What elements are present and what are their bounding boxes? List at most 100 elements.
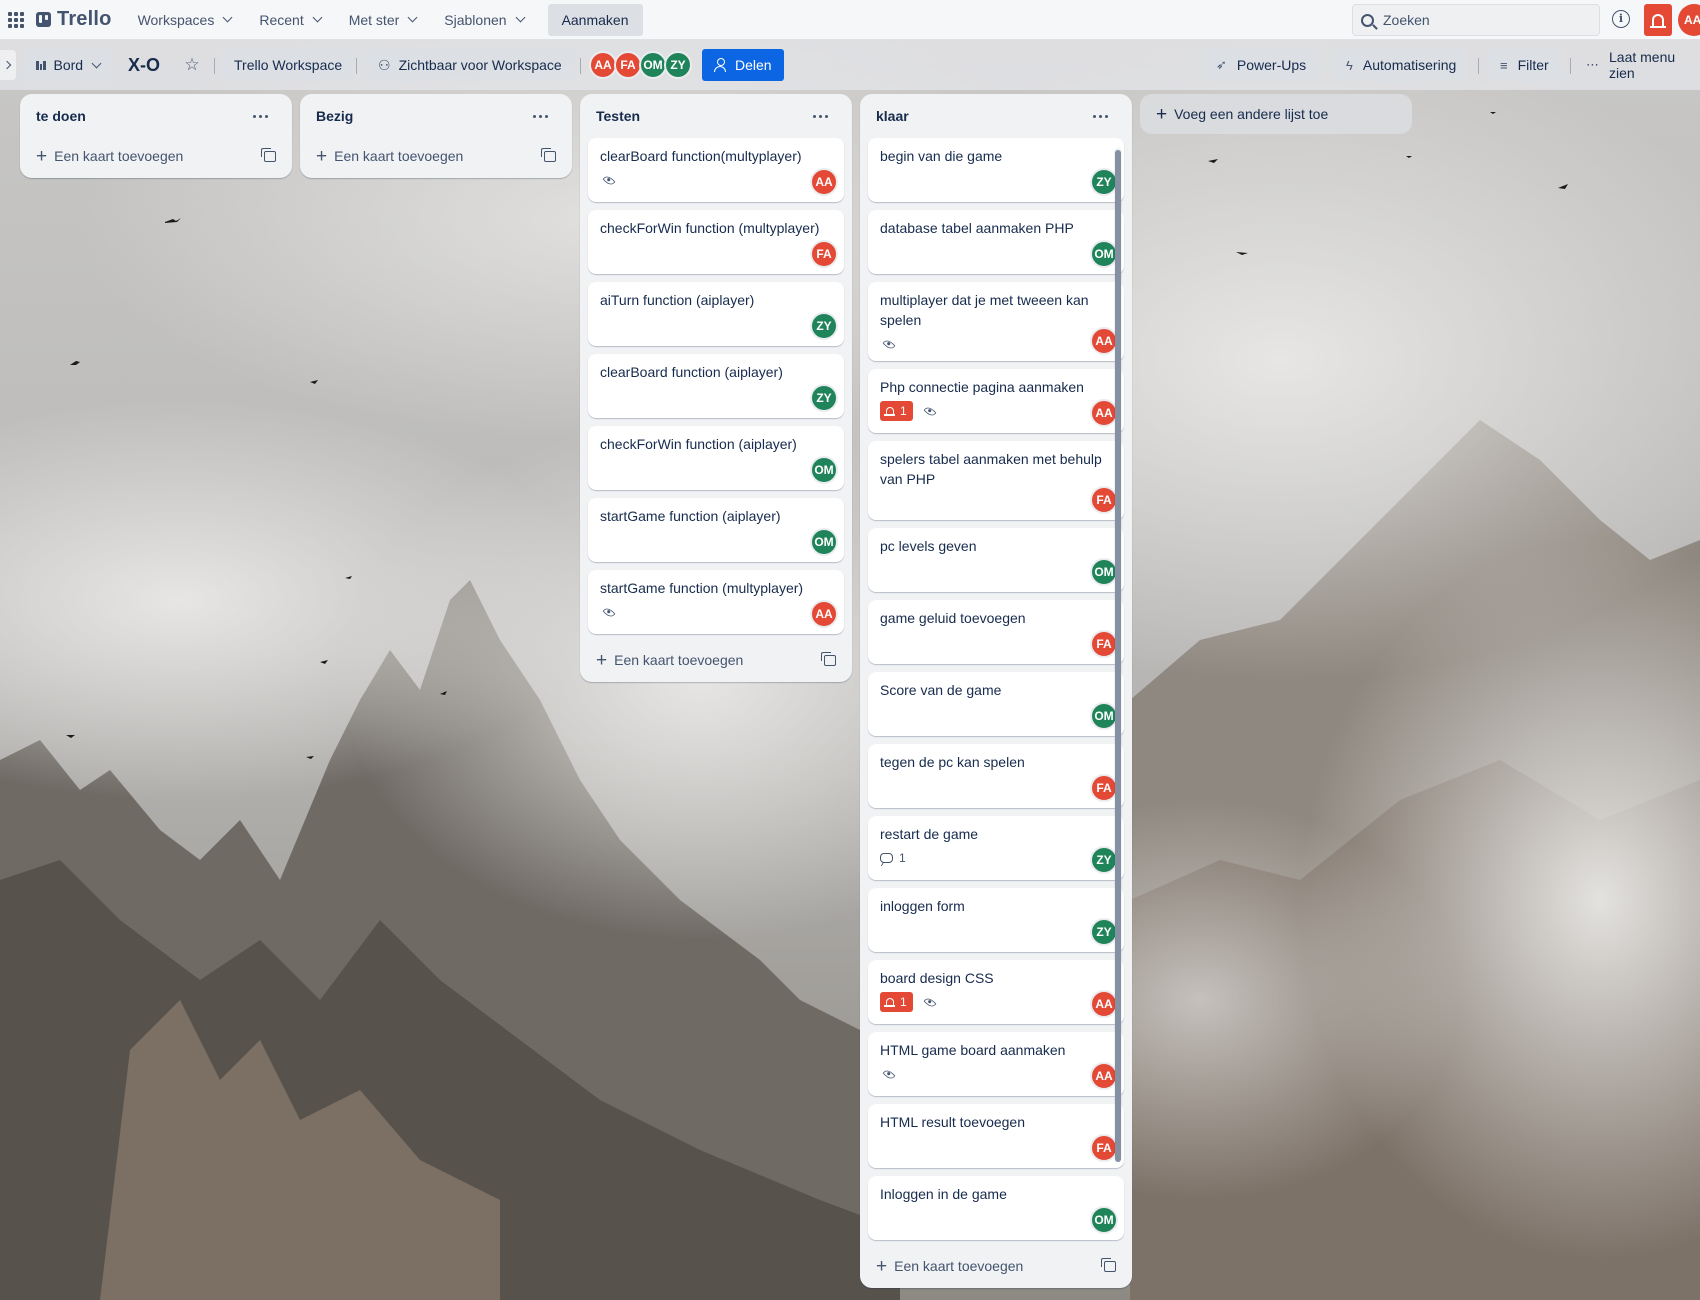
trello-logo[interactable]: Trello — [36, 8, 112, 31]
share-button[interactable]: Delen — [702, 49, 784, 81]
card[interactable]: clearBoard function(multyplayer) AA — [588, 138, 844, 202]
list-menu-icon[interactable] — [804, 100, 836, 132]
card[interactable]: multiplayer dat je met tweeen kan spelen… — [868, 282, 1124, 361]
nav-templates[interactable]: Sjablonen — [432, 4, 535, 36]
app-switcher-icon[interactable] — [4, 8, 28, 32]
card[interactable]: inloggen form ZY — [868, 888, 1124, 952]
card-title: Php connectie pagina aanmaken — [880, 379, 1084, 395]
template-icon[interactable] — [821, 651, 836, 666]
card[interactable]: restart de game 1 ZY — [868, 816, 1124, 880]
list-bezig: Bezig + Een kaart toevoegen — [300, 94, 572, 178]
list-menu-icon[interactable] — [524, 100, 556, 132]
star-icon[interactable]: ☆ — [176, 49, 208, 81]
visibility-button[interactable]: ⚇ Zichtbaar voor Workspace — [366, 49, 574, 81]
card-title: HTML game board aanmaken — [880, 1042, 1066, 1058]
search-input[interactable]: Zoeken — [1352, 4, 1600, 36]
card[interactable]: tegen de pc kan spelen FA — [868, 744, 1124, 808]
list-menu-icon[interactable] — [244, 100, 276, 132]
card[interactable]: Php connectie pagina aanmaken 1 AA — [868, 369, 1124, 433]
card-title: database tabel aanmaken PHP — [880, 220, 1074, 236]
card[interactable]: aiTurn function (aiplayer) ZY — [588, 282, 844, 346]
add-card-button[interactable]: + Een kaart toevoegen — [20, 138, 292, 174]
card[interactable]: startGame function (multyplayer) AA — [588, 570, 844, 634]
template-icon[interactable] — [1101, 1257, 1116, 1272]
template-icon[interactable] — [541, 147, 556, 162]
add-card-button[interactable]: + Een kaart toevoegen — [300, 138, 572, 174]
list-scrollbar[interactable] — [1115, 150, 1121, 1162]
notifications-button[interactable] — [1644, 4, 1672, 36]
card[interactable]: game geluid toevoegen FA — [868, 600, 1124, 664]
nav-workspaces[interactable]: Workspaces — [126, 4, 244, 36]
account-avatar[interactable]: AA — [1678, 4, 1700, 36]
view-switcher-button[interactable]: Bord — [24, 49, 113, 81]
card[interactable]: database tabel aanmaken PHP OM — [868, 210, 1124, 274]
list-title[interactable]: Testen — [596, 108, 640, 124]
card-title: restart de game — [880, 826, 979, 842]
chevron-down-icon — [312, 12, 323, 23]
rocket-icon: ➶ — [1216, 57, 1227, 72]
watch-icon — [882, 1067, 896, 1081]
comment-icon — [880, 853, 893, 863]
card-member-avatar[interactable]: ZY — [810, 384, 838, 412]
sidebar-toggle[interactable] — [0, 50, 16, 80]
plus-icon: + — [36, 145, 48, 167]
plus-icon: + — [596, 649, 608, 671]
card-title: HTML result toevoegen — [880, 1114, 1025, 1130]
nav-recent[interactable]: Recent — [247, 4, 332, 36]
card-title: begin van die game — [880, 148, 1003, 164]
filter-button[interactable]: ≡ Filter — [1488, 49, 1561, 81]
show-menu-button[interactable]: ⋯ Laat menu zien — [1574, 49, 1700, 81]
nav-starred[interactable]: Met ster — [337, 4, 429, 36]
board-members: AA FA OM ZY — [589, 51, 692, 79]
card[interactable]: spelers tabel aanmaken met behulp van PH… — [868, 441, 1124, 520]
create-button[interactable]: Aanmaken — [547, 3, 643, 36]
card[interactable]: Inloggen in de game OM — [868, 1176, 1124, 1240]
notification-badge: 1 — [880, 992, 913, 1012]
card[interactable]: clearBoard function (aiplayer) ZY — [588, 354, 844, 418]
card[interactable]: checkForWin function (aiplayer) OM — [588, 426, 844, 490]
card[interactable]: pc levels geven OM — [868, 528, 1124, 592]
card-title: board design CSS — [880, 970, 994, 986]
list-menu-icon[interactable] — [1084, 100, 1116, 132]
card[interactable]: Score van de game OM — [868, 672, 1124, 736]
board-header: Bord X-O ☆ Trello Workspace ⚇ Zichtbaar … — [0, 40, 1700, 90]
card[interactable]: begin van die game ZY — [868, 138, 1124, 202]
info-icon[interactable]: i — [1612, 10, 1630, 28]
card-member-avatar[interactable]: AA — [810, 168, 838, 196]
card-member-avatar[interactable]: OM — [1090, 1206, 1118, 1234]
card-title: clearBoard function(multyplayer) — [600, 148, 802, 164]
member-avatar[interactable]: AA — [589, 51, 617, 79]
card-member-avatar[interactable]: ZY — [810, 312, 838, 340]
board-view-icon — [36, 60, 46, 70]
card-member-avatar[interactable]: AA — [810, 600, 838, 628]
automation-button[interactable]: ϟ Automatisering — [1334, 49, 1469, 81]
chevron-down-icon — [515, 12, 526, 23]
power-ups-button[interactable]: ➶ Power-Ups — [1204, 49, 1319, 81]
board-title[interactable]: X-O — [124, 49, 164, 81]
card-title: startGame function (multyplayer) — [600, 580, 804, 596]
template-icon[interactable] — [261, 147, 276, 162]
list-title[interactable]: klaar — [876, 108, 909, 124]
member-avatar[interactable]: ZY — [664, 51, 692, 79]
add-list-button[interactable]: + Voeg een andere lijst toe — [1140, 94, 1412, 134]
list-title[interactable]: Bezig — [316, 108, 353, 124]
card-title: Inloggen in de game — [880, 1186, 1007, 1202]
card[interactable]: checkForWin function (multyplayer) FA — [588, 210, 844, 274]
filter-icon: ≡ — [1500, 57, 1508, 73]
card[interactable]: HTML game board aanmaken AA — [868, 1032, 1124, 1096]
card[interactable]: HTML result toevoegen FA — [868, 1104, 1124, 1168]
member-avatar[interactable]: FA — [614, 51, 642, 79]
card-member-avatar[interactable]: OM — [810, 528, 838, 556]
card[interactable]: board design CSS 1 AA — [868, 960, 1124, 1024]
list-title[interactable]: te doen — [36, 108, 86, 124]
card-title: tegen de pc kan spelen — [880, 754, 1025, 770]
add-card-button[interactable]: + Een kaart toevoegen — [860, 1248, 1132, 1284]
workspace-button[interactable]: Trello Workspace — [222, 49, 355, 81]
card[interactable]: startGame function (aiplayer) OM — [588, 498, 844, 562]
search-placeholder: Zoeken — [1383, 12, 1430, 28]
card-member-avatar[interactable]: OM — [810, 456, 838, 484]
member-avatar[interactable]: OM — [639, 51, 667, 79]
add-card-button[interactable]: + Een kaart toevoegen — [580, 642, 852, 678]
card-title: clearBoard function (aiplayer) — [600, 364, 783, 380]
card-member-avatar[interactable]: FA — [810, 240, 838, 268]
